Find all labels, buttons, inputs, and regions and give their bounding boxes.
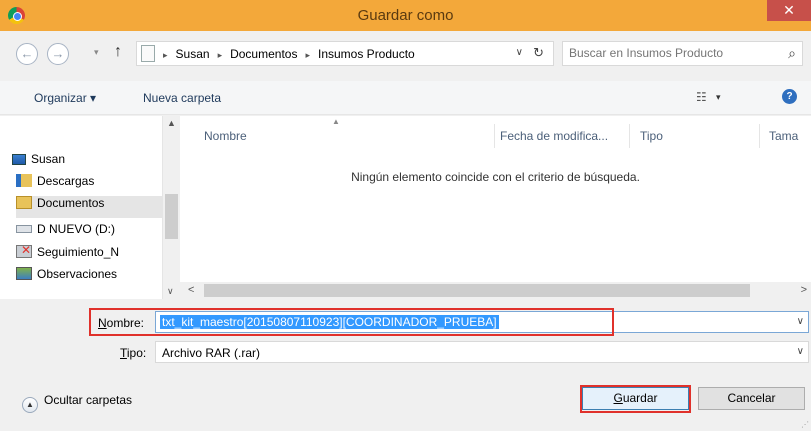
sidebar-item-label: Seguimiento_N: [37, 245, 120, 259]
hide-folders-label: Ocultar carpetas: [44, 393, 133, 407]
breadcrumb-insumos-producto[interactable]: Insumos Producto: [318, 47, 415, 61]
help-icon[interactable]: ?: [782, 89, 797, 104]
drive-icon: [16, 225, 32, 233]
breadcrumb-separator-icon: ▸: [163, 50, 168, 60]
view-options-dropdown-icon[interactable]: ▾: [716, 92, 721, 103]
highlight-box: [580, 385, 691, 413]
hide-folders-button[interactable]: ▲ Ocultar carpetas: [22, 393, 132, 413]
title-bar: Guardar como ✕: [0, 0, 811, 31]
scroll-thumb[interactable]: [204, 284, 750, 297]
sidebar-scrollbar[interactable]: ▲ ∨: [163, 116, 180, 299]
toolbar: Organizar ▾ Nueva carpeta ☷ ▾ ?: [0, 81, 811, 115]
forward-button[interactable]: →: [47, 43, 69, 65]
new-folder-button[interactable]: Nueva carpeta: [143, 91, 221, 105]
breadcrumb-documentos[interactable]: Documentos: [230, 47, 297, 61]
file-type-select[interactable]: Archivo RAR (.rar) ∨: [155, 341, 809, 363]
sidebar-item-label: Susan: [31, 152, 66, 166]
folder-icon: [141, 45, 155, 62]
view-options-icon[interactable]: ☷: [696, 90, 707, 104]
recent-locations-dropdown[interactable]: ▾: [94, 47, 99, 58]
back-button[interactable]: ←: [16, 43, 38, 65]
file-type-label: Tipo:: [120, 346, 147, 360]
column-divider[interactable]: [494, 124, 495, 148]
sidebar-item-label: Documentos: [37, 196, 105, 210]
sidebar-item-label: D NUEVO (D:): [37, 222, 115, 236]
column-header-name[interactable]: Nombre: [204, 129, 247, 143]
column-header-size[interactable]: Tama: [769, 129, 798, 143]
breadcrumb: ▸ Susan ▸ Documentos ▸ Insumos Producto: [163, 47, 415, 61]
address-bar[interactable]: ▸ Susan ▸ Documentos ▸ Insumos Producto ∨ ↻: [136, 41, 554, 66]
breadcrumb-separator-icon: ▸: [217, 50, 223, 60]
scroll-thumb[interactable]: [165, 194, 178, 239]
up-folder-button[interactable]: ↑: [114, 43, 122, 61]
sidebar-item-susan[interactable]: Susan: [12, 152, 158, 174]
chevron-up-icon: ▲: [22, 397, 38, 413]
column-header-type[interactable]: Tipo: [640, 129, 663, 143]
sidebar-item-documentos[interactable]: Documentos: [16, 196, 162, 218]
sidebar-item-seguimiento[interactable]: ✕ Seguimiento_N: [16, 243, 162, 267]
sort-ascending-icon: ▲: [332, 117, 340, 126]
cancel-button[interactable]: Cancelar: [698, 387, 805, 410]
resize-grip-icon[interactable]: ⋰: [801, 420, 809, 429]
search-box[interactable]: ⌕: [562, 41, 803, 66]
column-header-date[interactable]: Fecha de modifica...: [500, 129, 608, 143]
address-dropdown-icon[interactable]: ∨: [516, 47, 523, 58]
sidebar-item-label: Descargas: [37, 174, 95, 188]
chevron-down-icon[interactable]: ∨: [797, 346, 804, 357]
user-computer-icon: [12, 154, 26, 165]
documents-folder-icon: [16, 196, 32, 209]
breadcrumb-susan[interactable]: Susan: [176, 47, 210, 61]
horizontal-scrollbar[interactable]: < >: [180, 282, 811, 299]
sidebar-item-observaciones[interactable]: Observaciones: [16, 267, 162, 289]
refresh-icon[interactable]: ↻: [533, 45, 544, 61]
column-divider[interactable]: [629, 124, 630, 148]
sidebar-item-descargas[interactable]: Descargas: [16, 174, 162, 196]
sidebar-item-label: Observaciones: [37, 267, 118, 281]
file-type-value: Archivo RAR (.rar): [162, 346, 261, 360]
scroll-down-icon[interactable]: ∨: [167, 286, 174, 297]
dialog-body: ← → ▾ ↑ ▸ Susan ▸ Documentos ▸ Insumos Produc…: [0, 31, 811, 431]
sidebar-item-d-nuevo[interactable]: D NUEVO (D:): [16, 222, 162, 244]
search-icon[interactable]: ⌕: [788, 45, 796, 62]
empty-message: Ningún elemento coincide con el criterio…: [351, 170, 640, 184]
save-form: Nombre: txt_kit_maestro[20150807110923][…: [0, 299, 811, 431]
search-input[interactable]: [569, 46, 769, 60]
file-list: ▲ Nombre Fecha de modifica... Tipo Tama …: [180, 116, 811, 299]
scroll-right-icon[interactable]: >: [801, 284, 807, 296]
window-title: Guardar como: [357, 7, 454, 24]
scroll-left-icon[interactable]: <: [188, 284, 194, 296]
column-divider[interactable]: [759, 124, 760, 148]
address-row: ← → ▾ ↑ ▸ Susan ▸ Documentos ▸ Insumos Produc…: [0, 31, 811, 81]
downloads-folder-icon: [16, 174, 32, 187]
chevron-down-icon[interactable]: ∨: [797, 316, 804, 327]
close-button[interactable]: ✕: [767, 0, 811, 21]
browser-area: Susan Descargas Documentos D NUEVO (D:) …: [0, 116, 811, 299]
scroll-up-icon[interactable]: ▲: [167, 118, 176, 128]
highlight-box: [89, 308, 614, 336]
navigation-pane: Susan Descargas Documentos D NUEVO (D:) …: [0, 116, 163, 299]
network-drive-icon: [16, 267, 32, 280]
breadcrumb-separator-icon: ▸: [305, 50, 310, 60]
network-drive-icon: ✕: [16, 243, 32, 258]
organize-menu-button[interactable]: Organizar ▾: [34, 91, 96, 105]
